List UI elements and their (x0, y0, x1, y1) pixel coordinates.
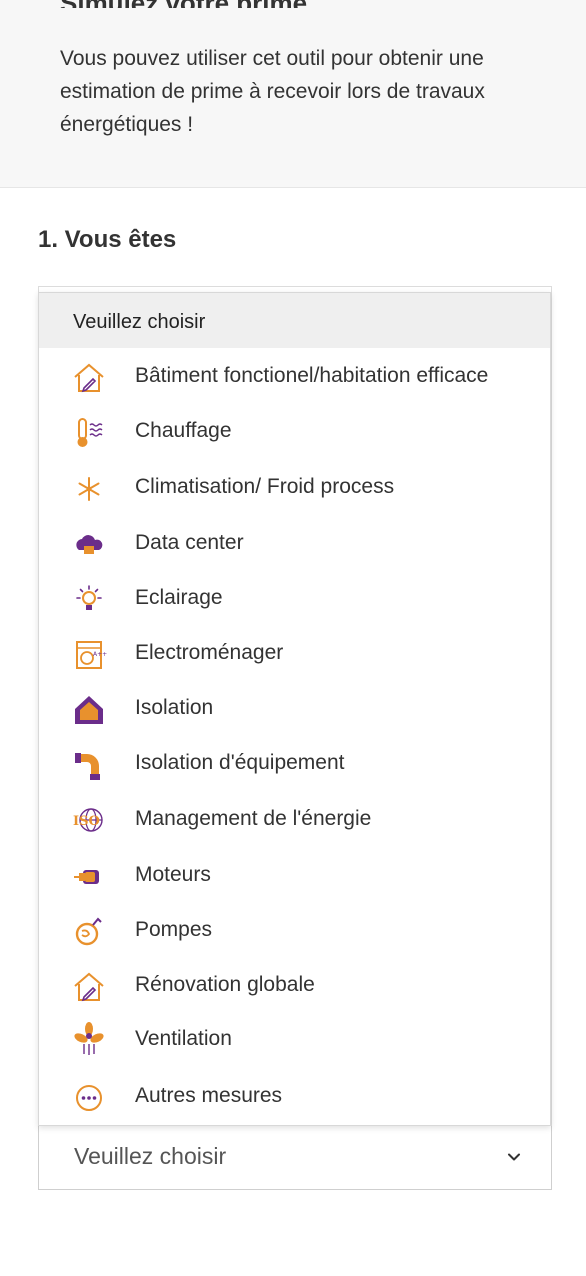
option-label: Eclairage (135, 586, 223, 609)
option-autres-mesures[interactable]: Autres mesures (39, 1070, 550, 1125)
cloud-server-icon (76, 535, 103, 554)
option-climatisation[interactable]: Climatisation/ Froid process (39, 461, 550, 516)
house-pencil-icon (74, 363, 104, 393)
option-label: Moteurs (135, 863, 211, 886)
option-label: Data center (135, 531, 244, 554)
chevron-down-icon (508, 1153, 520, 1161)
option-eclairage[interactable]: Eclairage (39, 572, 550, 627)
option-data-center[interactable]: Data center (39, 517, 550, 572)
option-batiment[interactable]: Bâtiment fonctionel/habitation efficace (39, 350, 550, 405)
svg-text:A++: A++ (93, 651, 107, 658)
option-label: Ventilation (135, 1027, 232, 1050)
option-electromenager[interactable]: A++ Electroménager (39, 627, 550, 682)
motor-icon (74, 870, 99, 884)
pump-icon (75, 917, 102, 946)
intro-panel: Simulez votre prime Vous pouvez utiliser… (0, 0, 586, 188)
option-label: Management de l'énergie (135, 807, 372, 830)
iso-globe-icon: ISO (73, 808, 103, 832)
insulated-house-icon (75, 696, 103, 724)
dropdown-list: Veuillez choisir Bâtiment fonctionel/hab… (38, 292, 551, 1126)
option-isolation-equipement[interactable]: Isolation d'équipement (39, 737, 550, 792)
more-dots-icon (76, 1085, 102, 1111)
option-isolation[interactable]: Isolation (39, 682, 550, 737)
option-label: Climatisation/ Froid process (135, 475, 395, 498)
option-label: Pompes (135, 918, 213, 941)
select-value: Veuillez choisir (74, 1143, 227, 1169)
intro-heading: Simulez votre prime (60, 0, 307, 8)
snowflake-icon (78, 477, 100, 501)
intro-text: Vous pouvez utiliser cet outil pour obte… (60, 47, 485, 136)
option-label: Rénovation globale (135, 973, 315, 996)
option-moteurs[interactable]: Moteurs (39, 849, 550, 904)
option-label: Veuillez choisir (73, 311, 206, 333)
svg-text:ISO: ISO (73, 814, 100, 829)
thermometer-heat-icon (77, 418, 103, 447)
lightbulb-icon (76, 585, 102, 610)
option-chauffage[interactable]: Chauffage (39, 405, 550, 460)
option-label: Electroménager (135, 641, 284, 664)
option-management-energie[interactable]: ISO Management de l'énergie (39, 793, 550, 848)
option-renovation-globale[interactable]: Rénovation globale (39, 959, 550, 1014)
option-placeholder[interactable]: Veuillez choisir (39, 293, 550, 348)
option-pompes[interactable]: Pompes (39, 904, 550, 959)
insulated-pipe-icon (75, 753, 100, 780)
option-label: Isolation d'équipement (135, 751, 345, 774)
option-ventilation[interactable]: Ventilation (39, 1013, 550, 1068)
option-label: Isolation (135, 696, 214, 719)
option-label: Chauffage (135, 419, 232, 442)
option-label: Bâtiment fonctionel/habitation efficace (135, 364, 489, 387)
appliance-icon: A++ (76, 641, 107, 669)
step-title: 1. Vous êtes (38, 226, 177, 253)
renovation-house-icon (74, 972, 104, 1002)
option-label: Autres mesures (135, 1084, 283, 1107)
fan-icon (74, 1022, 104, 1055)
profile-select[interactable]: Veuillez choisir (38, 1126, 552, 1190)
